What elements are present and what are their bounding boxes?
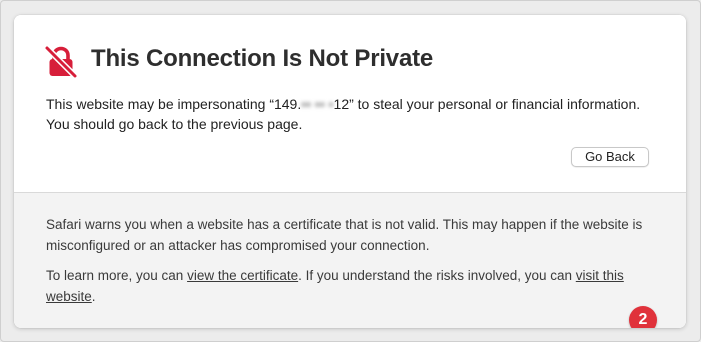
details-section [14,193,686,328]
obscured-ip-segment: •• •• • [301,96,334,112]
warning-card: This Connection Is Not Private This webs… [14,15,686,328]
learn-more-paragraph: To learn more, you can view the certific… [46,266,656,307]
warning-text-start: This website may be impersonating “149. [46,96,302,112]
certificate-explanation: Safari warns you when a website has a ce… [46,217,643,253]
learn-more-text-end: . [91,288,96,304]
step-number-badge: 2 [629,306,657,328]
view-certificate-link[interactable]: view the certificate [187,268,298,283]
learn-more-text-start: To learn more, you can [46,268,188,283]
page-title: This Connection Is Not Private [91,45,434,72]
window-frame: This Connection Is Not Private This webs… [0,0,701,342]
go-back-button[interactable]: Go Back [571,147,649,167]
learn-more-text-middle: . If you understand the risks involved, … [298,268,576,283]
warning-header-section: This Connection Is Not Private This webs… [14,15,686,192]
lock-slash-icon [44,45,78,79]
warning-description: This website may be impersonating “149.•… [46,94,656,134]
